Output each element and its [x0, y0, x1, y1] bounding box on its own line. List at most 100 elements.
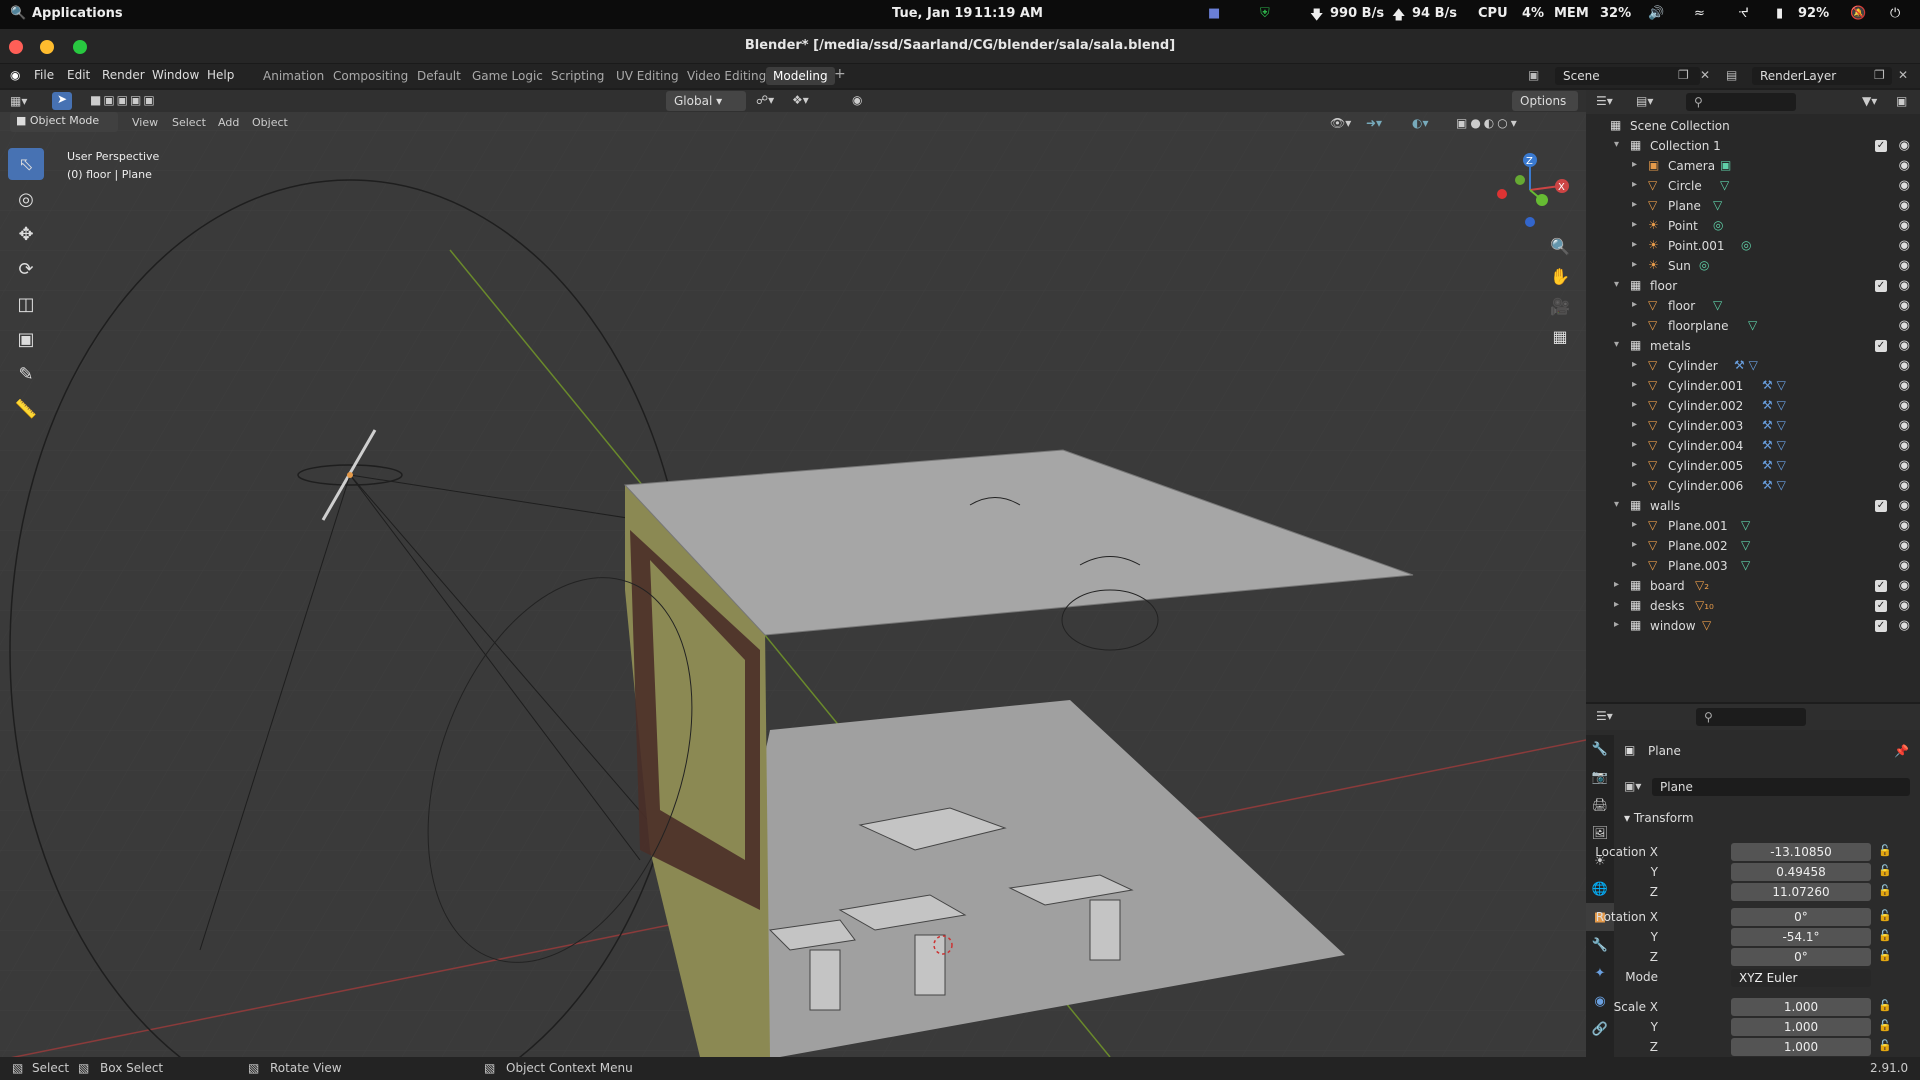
select-tool-icon[interactable]: ➤ [52, 92, 72, 110]
expand-toggle-icon[interactable]: ▸ [1632, 379, 1637, 390]
outliner-object-row[interactable]: ▸ ▽ Cylinder.004 ⚒ ▽ ◉ [1586, 436, 1920, 456]
data-icon[interactable]: ▽ [1713, 298, 1722, 312]
outliner-object-row[interactable]: ▸ ▣ Camera ▣ ◉ [1586, 156, 1920, 176]
eye-icon[interactable]: ◉ [1899, 278, 1910, 293]
rotation-z-field[interactable]: 0° [1731, 948, 1871, 966]
scale-y-field[interactable]: 1.000 [1731, 1018, 1871, 1036]
eye-icon[interactable]: ◉ [1899, 358, 1910, 373]
location-y-field[interactable]: 0.49458 [1731, 863, 1871, 881]
expand-toggle-icon[interactable]: ▸ [1632, 159, 1637, 170]
expand-toggle-icon[interactable]: ▸ [1632, 299, 1637, 310]
select-box-tool-icon[interactable]: ⬁ [8, 148, 44, 180]
outliner-collection-row[interactable]: ▾ ▦ floor ✓ ◉ [1586, 276, 1920, 296]
expand-toggle-icon[interactable]: ▾ [1614, 139, 1619, 150]
expand-toggle-icon[interactable]: ▸ [1632, 239, 1637, 250]
expand-toggle-icon[interactable]: ▸ [1632, 399, 1637, 410]
pan-hand-icon[interactable]: ✋ [1546, 262, 1574, 290]
lock-icon[interactable]: 🔓 [1878, 864, 1892, 877]
tab-compositing[interactable]: Compositing [326, 67, 415, 85]
tab-scripting[interactable]: Scripting [544, 67, 611, 85]
wifi-icon[interactable]: ≈ [1694, 6, 1705, 21]
eye-icon[interactable]: ◉ [1899, 398, 1910, 413]
outliner-collection-row[interactable]: ▾ ▦ metals ✓ ◉ [1586, 336, 1920, 356]
lock-icon[interactable]: 🔓 [1878, 1019, 1892, 1032]
tab-game-logic[interactable]: Game Logic [465, 67, 550, 85]
outliner-object-row[interactable]: ▸ ▽ Circle ▽ ◉ [1586, 176, 1920, 196]
expand-toggle-icon[interactable]: ▸ [1632, 259, 1637, 270]
new-collection-icon[interactable]: ▣ [1896, 94, 1907, 108]
outliner-object-row[interactable]: ▸ ▽ Plane.001 ▽ ◉ [1586, 516, 1920, 536]
data-icon[interactable]: ▽ [1741, 558, 1750, 572]
menu-file[interactable]: File [34, 68, 54, 82]
outliner-object-row[interactable]: ▸ ☀ Sun ◎ ◉ [1586, 256, 1920, 276]
expand-toggle-icon[interactable]: ▸ [1632, 179, 1637, 190]
volume-icon[interactable]: 🔊 [1648, 6, 1664, 21]
expand-toggle-icon[interactable]: ▸ [1632, 219, 1637, 230]
lock-icon[interactable]: 🔓 [1878, 844, 1892, 857]
outliner-object-row[interactable]: ▸ ▽ floor ▽ ◉ [1586, 296, 1920, 316]
view-layer-icon[interactable]: ▤ [1726, 68, 1737, 82]
outliner-object-row[interactable]: ▸ ☀ Point.001 ◎ ◉ [1586, 236, 1920, 256]
orientation-dropdown[interactable]: Global ▾ [666, 91, 746, 111]
expand-toggle-icon[interactable]: ▸ [1614, 619, 1619, 630]
expand-toggle-icon[interactable]: ▸ [1632, 319, 1637, 330]
menu-window[interactable]: Window [152, 68, 199, 82]
gizmo-icon[interactable]: ➜▾ [1366, 116, 1382, 130]
expand-toggle-icon[interactable]: ▸ [1614, 599, 1619, 610]
outliner-object-row[interactable]: ▸ ▽ Plane.002 ▽ ◉ [1586, 536, 1920, 556]
new-scene-icon[interactable]: ❐ [1678, 68, 1689, 82]
eye-icon[interactable]: ◉ [1899, 478, 1910, 493]
eye-icon[interactable]: ◉ [1899, 298, 1910, 313]
datablock-icon[interactable]: ▣▾ [1624, 779, 1641, 793]
data-icon[interactable]: ▽ [1741, 518, 1750, 532]
outliner-collection-row[interactable]: ▸ ▦ window ▽ ✓ ◉ [1586, 616, 1920, 636]
expand-toggle-icon[interactable]: ▸ [1632, 519, 1637, 530]
display-mode-icon[interactable]: ▤▾ [1636, 94, 1653, 108]
menu-object[interactable]: Object [252, 116, 288, 129]
expand-toggle-icon[interactable]: ▸ [1632, 479, 1637, 490]
annotate-tool-icon[interactable]: ✎ [8, 358, 44, 390]
data-icon[interactable]: ⚒ ▽ [1762, 478, 1786, 492]
menu-help[interactable]: Help [207, 68, 234, 82]
scale-tool-icon[interactable]: ◫ [8, 288, 44, 320]
remove-layer-icon[interactable]: ✕ [1898, 68, 1908, 82]
exclude-checkbox[interactable]: ✓ [1875, 620, 1887, 632]
outliner-object-row[interactable]: ▸ ▽ Cylinder.005 ⚒ ▽ ◉ [1586, 456, 1920, 476]
new-layer-icon[interactable]: ❐ [1874, 68, 1885, 82]
camera-view-icon[interactable]: 🎥 [1546, 292, 1574, 320]
expand-toggle-icon[interactable]: ▾ [1614, 279, 1619, 290]
mode-dropdown[interactable]: ■ Object Mode [10, 112, 118, 132]
perspective-toggle-icon[interactable]: ▦ [1546, 322, 1574, 350]
expand-toggle-icon[interactable]: ▸ [1632, 359, 1637, 370]
exclude-checkbox[interactable]: ✓ [1875, 500, 1887, 512]
render-tab-icon[interactable]: 📷 [1586, 763, 1614, 791]
scale-z-field[interactable]: 1.000 [1731, 1038, 1871, 1056]
outliner-object-row[interactable]: ▸ ☀ Point ◎ ◉ [1586, 216, 1920, 236]
lock-icon[interactable]: 🔓 [1878, 909, 1892, 922]
eye-icon[interactable]: ◉ [1899, 418, 1910, 433]
outliner-search-input[interactable]: ⚲ [1686, 93, 1796, 111]
outliner-collection-row[interactable]: ▾ ▦ Collection 1 ✓ ◉ [1586, 136, 1920, 156]
menu-view[interactable]: View [132, 116, 158, 129]
location-x-field[interactable]: -13.10850 [1731, 843, 1871, 861]
expand-toggle-icon[interactable]: ▸ [1632, 459, 1637, 470]
rotation-y-field[interactable]: -54.1° [1731, 928, 1871, 946]
exclude-checkbox[interactable]: ✓ [1875, 140, 1887, 152]
clock-date[interactable]: Tue, Jan 19 [892, 6, 972, 21]
data-icon[interactable]: ▽ [1741, 538, 1750, 552]
data-icon[interactable]: ◎ [1741, 238, 1751, 252]
options-dropdown[interactable]: Options [1512, 91, 1578, 111]
data-icon[interactable]: ⚒ ▽ [1762, 438, 1786, 452]
shading-mode-icons[interactable]: ▣●◐○▾ [1456, 116, 1520, 130]
tool-tab-icon[interactable]: 🔧 [1586, 735, 1614, 763]
view-layer-tab-icon[interactable]: 🖼 [1586, 819, 1614, 847]
outliner-object-row[interactable]: ▸ ▽ Plane.003 ▽ ◉ [1586, 556, 1920, 576]
eye-icon[interactable]: ◉ [1899, 258, 1910, 273]
pivot-icon[interactable]: ☍▾ [756, 93, 774, 107]
data-icon[interactable]: ▣ [1720, 158, 1731, 172]
scene-icon[interactable]: ▣ [1528, 68, 1539, 82]
outliner-collection-row[interactable]: ▾ ▦ walls ✓ ◉ [1586, 496, 1920, 516]
outliner-collection-row[interactable]: ▸ ▦ board ▽₂ ✓ ◉ [1586, 576, 1920, 596]
expand-toggle-icon[interactable]: ▸ [1632, 539, 1637, 550]
eye-icon[interactable]: ◉ [1899, 178, 1910, 193]
